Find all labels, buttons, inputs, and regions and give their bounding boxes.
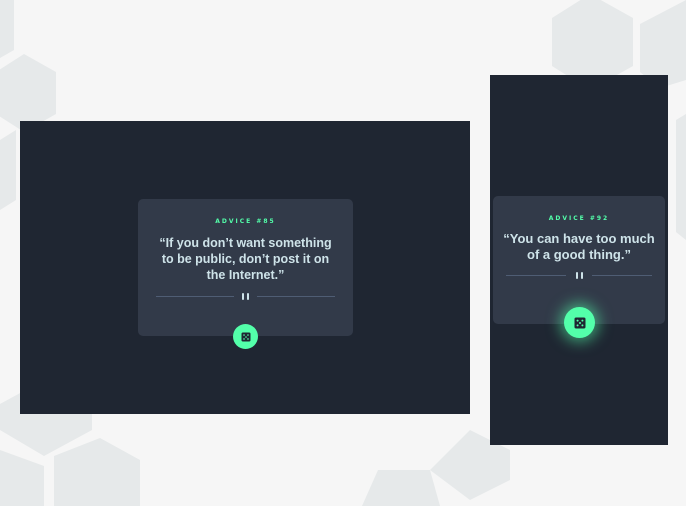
- advice-number: ADVICE #92: [548, 215, 610, 222]
- dice-icon: [241, 332, 250, 341]
- desktop-preview: ADVICE #85 “If you don’t want something …: [20, 121, 470, 414]
- advice-quote: “You can have too much of a good thing.”: [503, 231, 655, 262]
- mobile-preview: ADVICE #92 “You can have too much of a g…: [490, 75, 668, 445]
- advice-quote: “If you don’t want something to be publi…: [159, 236, 332, 282]
- new-advice-button[interactable]: [564, 307, 595, 338]
- advice-number: ADVICE #85: [215, 218, 276, 225]
- divider-line-right: [257, 296, 335, 297]
- divider: [154, 293, 337, 300]
- new-advice-button[interactable]: [233, 324, 258, 349]
- dice-icon: [574, 317, 585, 328]
- pause-icon: [575, 272, 583, 279]
- advice-card: ADVICE #92 “You can have too much of a g…: [493, 196, 665, 324]
- divider-line-left: [506, 275, 566, 276]
- pause-icon: [242, 293, 249, 300]
- advice-card: ADVICE #85 “If you don’t want something …: [138, 199, 353, 336]
- divider-line-left: [156, 296, 234, 297]
- divider: [503, 272, 655, 279]
- divider-line-right: [592, 275, 652, 276]
